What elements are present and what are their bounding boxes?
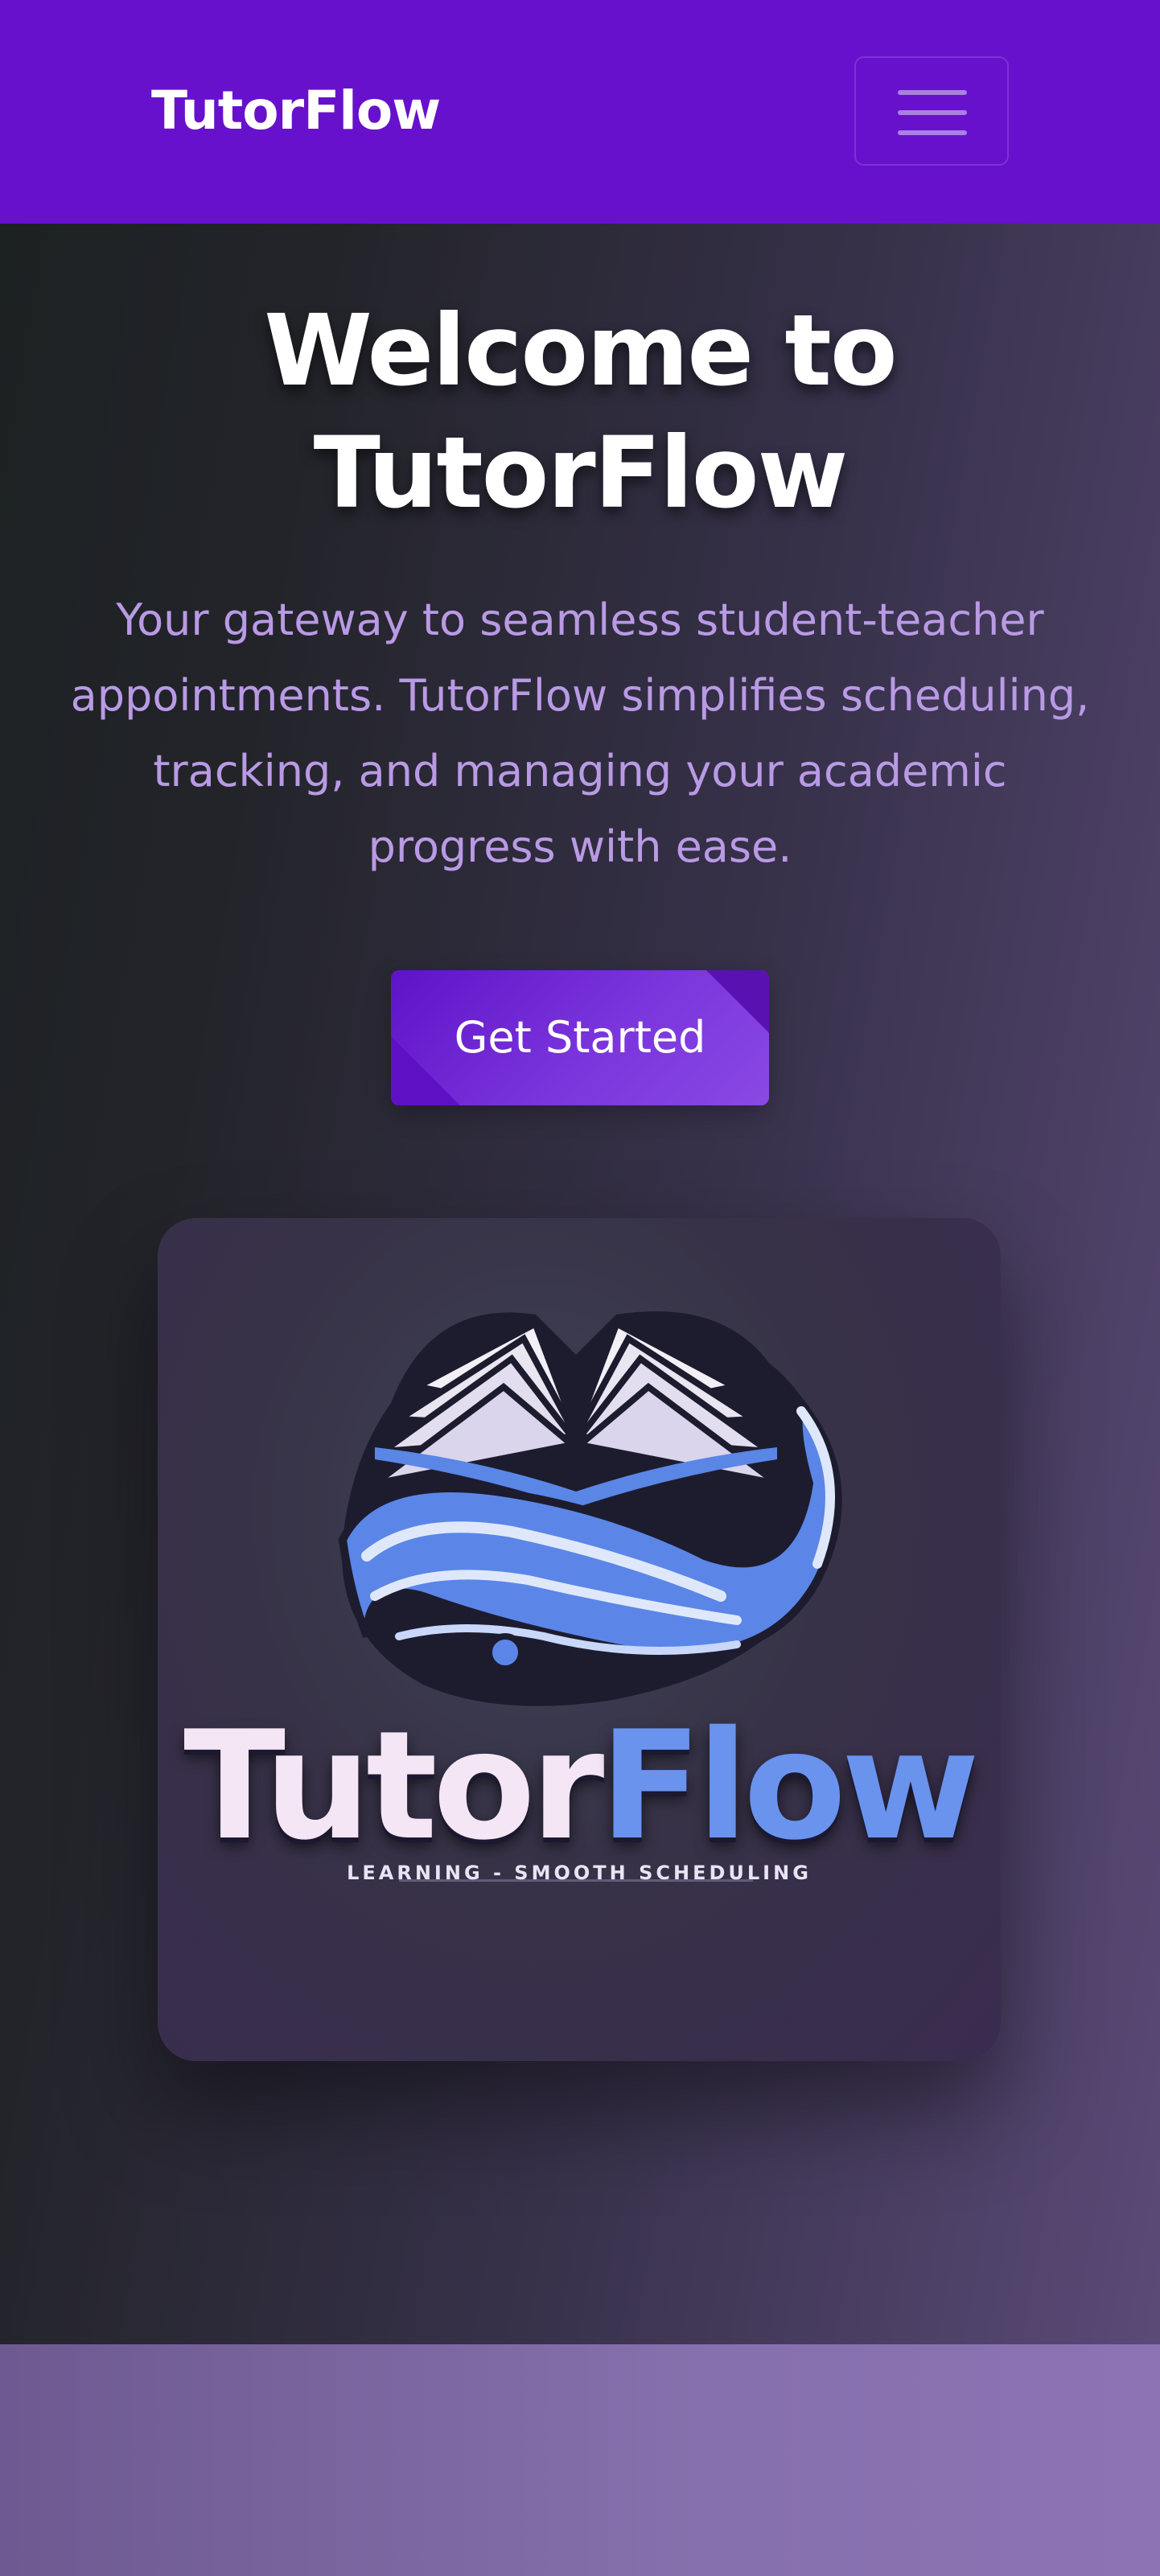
page: TutorFlow Welcome to TutorFlow Your gate…	[0, 0, 1160, 2576]
hamburger-menu-icon	[898, 90, 967, 95]
menu-toggle-button[interactable]	[854, 56, 1009, 166]
logo-tagline: LEARNING - SMOOTH SCHEDULING	[347, 1862, 812, 1884]
logo-word-tutor: Tutor	[183, 1698, 604, 1873]
open-book-wave-icon	[338, 1311, 842, 1882]
logo-wordmark: TutorFlow	[158, 1706, 1001, 1866]
hamburger-menu-icon-bar	[898, 130, 967, 135]
hero-title: Welcome to TutorFlow	[264, 294, 897, 530]
get-started-label: Get Started	[454, 1012, 706, 1063]
navbar-brand[interactable]: TutorFlow	[151, 77, 441, 145]
hamburger-menu-icon-bar	[898, 110, 967, 115]
next-section	[0, 2344, 1160, 2576]
get-started-button[interactable]: Get Started	[391, 970, 769, 1105]
logo-image: TutorFlow LEARNING - SMOOTH SCHEDULING	[158, 1218, 1001, 2061]
navbar: TutorFlow	[0, 0, 1160, 224]
hero-section: Welcome to TutorFlow Your gateway to sea…	[0, 224, 1160, 2344]
logo-word-flow: Flow	[599, 1698, 979, 1873]
hero-description: Your gateway to seamless student-teacher…	[70, 595, 1090, 872]
